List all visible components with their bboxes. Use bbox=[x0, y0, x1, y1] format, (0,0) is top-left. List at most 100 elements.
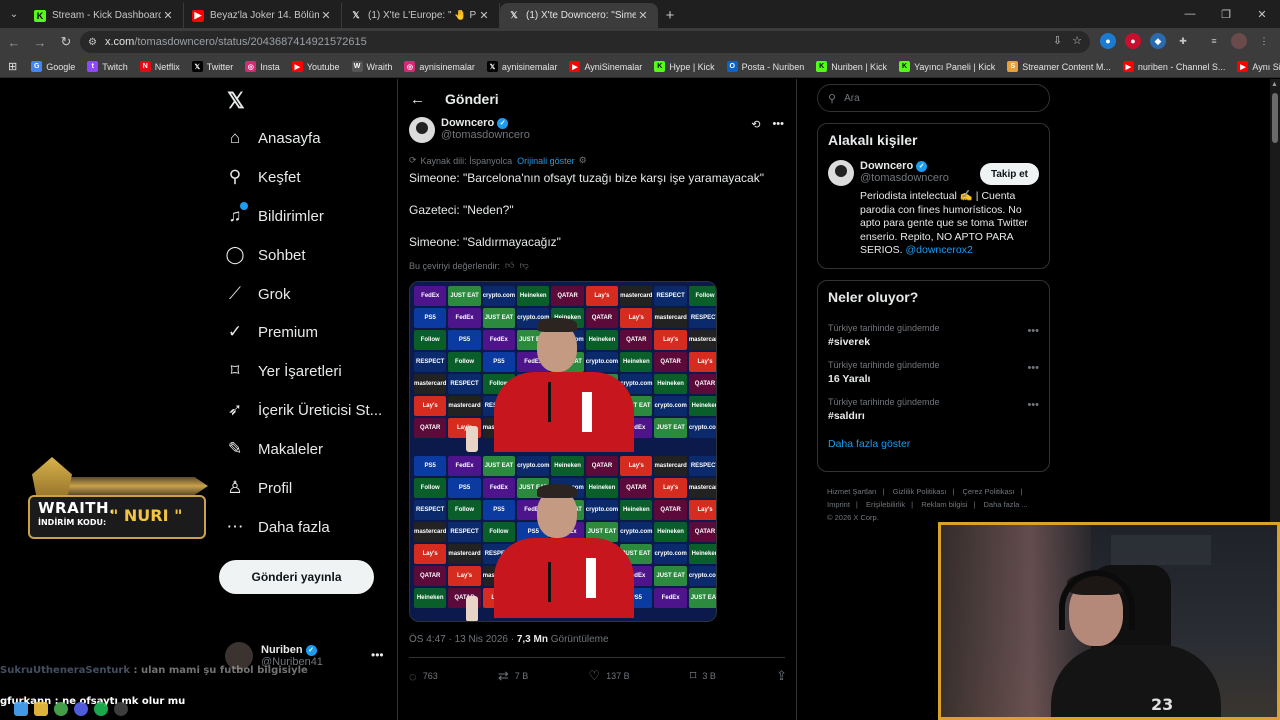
show-more-link[interactable]: Daha fazla göster bbox=[818, 428, 1049, 460]
show-original-link[interactable]: Orijinali göster bbox=[517, 156, 575, 166]
thumbs-up-icon[interactable]: 👍︎ bbox=[505, 260, 514, 271]
reply-button[interactable]: ◌ 763 bbox=[409, 668, 438, 684]
tab-kick-dashboard[interactable]: K Stream - Kick Dashboard ✕ bbox=[26, 3, 184, 28]
post-timestamp[interactable]: ÖS 4:47 · 13 Nis 2026 · bbox=[409, 634, 517, 645]
more-icon[interactable]: ••• bbox=[1027, 362, 1039, 374]
back-arrow-icon[interactable]: ← bbox=[410, 91, 425, 108]
bookmark-item[interactable]: 𝕏 Twitter bbox=[191, 61, 233, 72]
bookmark-item[interactable]: ▶ Youtube bbox=[291, 61, 340, 72]
bookmark-item[interactable]: N Netflix bbox=[139, 61, 180, 72]
search-input[interactable]: ⚲ Ara bbox=[817, 84, 1050, 112]
avatar[interactable] bbox=[1231, 33, 1247, 49]
more-icon[interactable]: ••• bbox=[1027, 399, 1039, 411]
bookmark-item[interactable]: G Google bbox=[31, 61, 75, 72]
back-icon[interactable]: ← bbox=[2, 30, 26, 54]
nav-home[interactable]: ⌂ Anasayfa bbox=[225, 123, 321, 153]
nav-grok[interactable]: ⟋ Grok bbox=[225, 279, 290, 309]
author-name[interactable]: Downcero bbox=[441, 117, 494, 129]
tab-x-downcero[interactable]: 𝕏 (1) X'te Downcero: "Simeone: "B ✕ bbox=[500, 3, 658, 28]
bookmark-item[interactable]: W Wraith bbox=[351, 61, 392, 72]
close-icon[interactable]: ✕ bbox=[477, 9, 491, 22]
x-logo-icon[interactable]: 𝕏 bbox=[227, 88, 245, 114]
more-icon[interactable]: ••• bbox=[772, 118, 784, 131]
footer-link[interactable]: Erişilebilirlik bbox=[866, 500, 905, 509]
tab-youtube[interactable]: ▶ Beyaz'la Joker 14. Bölüm - YouT ✕ bbox=[184, 3, 342, 28]
chrome-icon[interactable] bbox=[54, 702, 68, 716]
forward-icon[interactable]: → bbox=[28, 30, 52, 54]
scroll-up-icon[interactable]: ▲ bbox=[1271, 81, 1278, 88]
apps-icon[interactable]: ⊞ bbox=[8, 60, 17, 73]
nav-profile[interactable]: ♙ Profil bbox=[225, 473, 292, 503]
trend-item[interactable]: Türkiye tarihinde gündemde #siverek ••• bbox=[818, 317, 1049, 354]
bookmark-item[interactable]: K Nuriben | Kick bbox=[816, 61, 887, 72]
media-icon[interactable]: ≡ bbox=[1206, 33, 1222, 49]
like-button[interactable]: ♡ 137 B bbox=[588, 668, 629, 684]
bookmark-item[interactable]: ◎ Insta bbox=[245, 61, 280, 72]
more-icon[interactable]: ••• bbox=[371, 648, 384, 662]
nav-notifications[interactable]: ♫ Bildirimler bbox=[225, 201, 324, 231]
close-icon[interactable]: ✕ bbox=[319, 9, 333, 22]
related-user-name[interactable]: Downcero bbox=[860, 160, 913, 172]
related-user[interactable]: Downcero ✓ @tomasdowncero Takip et bbox=[818, 160, 1049, 186]
tab-search-button[interactable]: ⌄ bbox=[4, 4, 24, 24]
repost-button[interactable]: ⇄ 7 B bbox=[498, 668, 528, 684]
tab-x-leurope[interactable]: 𝕏 (1) X'te L'Europe: " 🤚 PUSKAS ✕ bbox=[342, 3, 500, 28]
scrollbar-thumb[interactable] bbox=[1272, 93, 1278, 143]
bookmark-item[interactable]: S Streamer Content M... bbox=[1007, 61, 1111, 72]
post-button[interactable]: Gönderi yayınla bbox=[219, 560, 374, 594]
close-window-icon[interactable]: ✕ bbox=[1244, 0, 1280, 28]
site-info-icon[interactable]: ⚙ bbox=[88, 37, 97, 48]
obs-icon[interactable] bbox=[114, 702, 128, 716]
bookmark-item[interactable]: ▶ nuriben - Channel S... bbox=[1122, 61, 1225, 72]
bookmark-item[interactable]: ◎ aynisinemalar bbox=[404, 61, 475, 72]
footer-link[interactable]: Reklam bilgisi bbox=[921, 500, 967, 509]
extension-icon[interactable]: ● bbox=[1125, 33, 1141, 49]
footer-link[interactable]: Gizlilik Politikası bbox=[893, 487, 947, 496]
shield-icon[interactable]: ◆ bbox=[1150, 33, 1166, 49]
nav-premium[interactable]: ✓ Premium bbox=[225, 317, 318, 347]
bookmark-item[interactable]: ▶ AyniSinemalar bbox=[569, 61, 642, 72]
avatar[interactable] bbox=[828, 160, 854, 186]
bookmark-item[interactable]: K Hype | Kick bbox=[654, 61, 715, 72]
nav-more[interactable]: ⋯ Daha fazla bbox=[225, 512, 330, 542]
address-bar[interactable]: ⚙ x.com/tomasdowncero/status/20436874149… bbox=[80, 31, 1090, 53]
bio-mention-link[interactable]: @downcerox2 bbox=[906, 244, 973, 256]
footer-link[interactable]: Hizmet Şartları bbox=[827, 487, 877, 496]
settings-icon[interactable]: ⚙ bbox=[579, 155, 587, 166]
menu-icon[interactable]: ⋮ bbox=[1256, 33, 1272, 49]
thumbs-down-icon[interactable]: 👎︎ bbox=[519, 260, 528, 271]
minimize-icon[interactable]: — bbox=[1172, 0, 1208, 28]
grok-icon[interactable]: ⟲ bbox=[751, 118, 760, 131]
bookmark-item[interactable]: K Yayıncı Paneli | Kick bbox=[899, 61, 995, 72]
footer-link[interactable]: Imprint bbox=[827, 500, 850, 509]
share-button[interactable]: ⇪ bbox=[776, 668, 787, 684]
close-icon[interactable]: ✕ bbox=[161, 9, 175, 22]
bookmark-item[interactable]: t Twitch bbox=[87, 61, 128, 72]
reload-icon[interactable]: ↻ bbox=[54, 30, 78, 54]
bookmark-item[interactable]: O Posta - Nuriben bbox=[726, 61, 804, 72]
close-icon[interactable]: ✕ bbox=[636, 9, 650, 22]
nav-explore[interactable]: ⚲ Keşfet bbox=[225, 162, 301, 192]
extension-icon[interactable]: ● bbox=[1100, 33, 1116, 49]
maximize-icon[interactable]: ❐ bbox=[1208, 0, 1244, 28]
bookmark-item[interactable]: ▶Aynı Sinemalar - Ça... bbox=[1237, 61, 1280, 72]
folder-icon[interactable] bbox=[34, 702, 48, 716]
nav-articles[interactable]: ✎ Makaleler bbox=[225, 434, 323, 464]
bookmark-button[interactable]: ⌑ 3 B bbox=[690, 668, 716, 684]
install-icon[interactable]: ⇩ bbox=[1053, 34, 1062, 47]
windows-start-icon[interactable] bbox=[14, 702, 28, 716]
footer-link[interactable]: Çerez Politikası bbox=[962, 487, 1014, 496]
nav-bookmarks[interactable]: ⌑ Yer İşaretleri bbox=[225, 356, 342, 386]
author-handle[interactable]: @tomasdowncero bbox=[441, 129, 530, 141]
nav-creator-studio[interactable]: ➶ İçerik Üreticisi St... bbox=[225, 395, 382, 425]
post-video[interactable]: FedEx JUST EAT crypto.com Heineken QATAR Lay'… bbox=[409, 281, 717, 622]
new-tab-button[interactable]: + bbox=[658, 3, 682, 28]
nav-chat[interactable]: ◯ Sohbet bbox=[225, 240, 305, 270]
post-author[interactable]: Downcero ✓ @tomasdowncero bbox=[409, 117, 530, 143]
spotify-icon[interactable] bbox=[94, 702, 108, 716]
more-icon[interactable]: ••• bbox=[1027, 325, 1039, 337]
follow-button[interactable]: Takip et bbox=[980, 163, 1039, 185]
star-icon[interactable]: ☆ bbox=[1072, 34, 1082, 47]
bookmark-item[interactable]: 𝕏aynisinemalar bbox=[486, 61, 557, 72]
trend-item[interactable]: Türkiye tarihinde gündemde #saldırı ••• bbox=[818, 391, 1049, 428]
